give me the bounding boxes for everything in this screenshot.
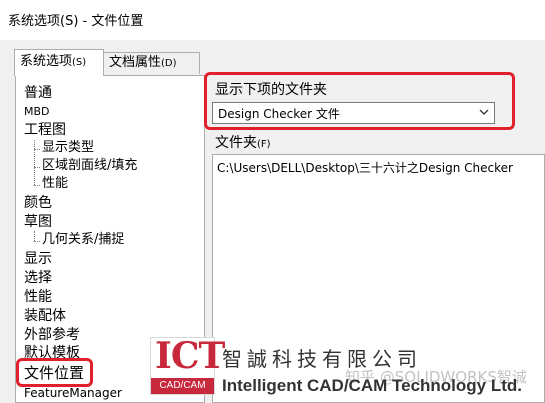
tree-item-external-references[interactable]: 外部参考 (24, 326, 80, 344)
ict-logo-text: ICT (155, 335, 225, 377)
tree-item-display-style[interactable]: 显示类型 (42, 139, 94, 157)
tree-item-sketch[interactable]: 草图 (24, 213, 52, 231)
tab-system-options-label: 系统选项 (20, 54, 73, 69)
tab-system-options[interactable]: 系统选项(S) (14, 49, 104, 76)
tree-tick (34, 185, 40, 186)
folder-list-item[interactable]: C:\Users\DELL\Desktop\三十六计之Design Checke… (217, 159, 513, 176)
tree-item-relations-snaps[interactable]: 几何关系/捕捉 (42, 231, 124, 249)
tree-item-mbd[interactable]: MBD (24, 103, 50, 121)
tree-item-assemblies[interactable]: 装配体 (24, 307, 66, 325)
tree-item-drawing-performance[interactable]: 性能 (42, 175, 68, 193)
tree-item-drawings[interactable]: 工程图 (24, 121, 66, 139)
tree-item-selection[interactable]: 选择 (24, 269, 52, 287)
ict-logo-bar: CAD/CAM (151, 378, 214, 394)
ict-logo: ICT CAD/CAM (150, 336, 225, 395)
tab-document-properties[interactable]: 文档属性(D) (103, 52, 200, 74)
tree-item-performance[interactable]: 性能 (24, 288, 52, 306)
folders-label-text: 文件夹 (215, 135, 257, 151)
ict-logo-subtext: CAD/CAM (159, 380, 206, 391)
tree-tick (34, 149, 40, 150)
tab-document-properties-label: 文档属性 (109, 55, 162, 70)
tree-item-display[interactable]: 显示 (24, 250, 52, 268)
tree-tick (34, 167, 40, 168)
tree-guide-sketch (34, 231, 35, 241)
tree-item-area-hatch-fill[interactable]: 区域剖面线/填充 (42, 157, 137, 175)
window-title: 系统选项(S) - 文件位置 (8, 14, 144, 29)
tab-document-properties-hotkey: (D) (161, 58, 177, 69)
tree-tick (34, 241, 40, 242)
tree-guide-drawings (34, 140, 35, 185)
title-bar: 系统选项(S) - 文件位置 (0, 0, 545, 40)
tab-system-options-hotkey: (S) (72, 57, 87, 68)
tree-item-colors[interactable]: 颜色 (24, 194, 52, 212)
folders-label-hotkey: (F) (257, 139, 271, 150)
highlight-file-locations (16, 358, 93, 387)
company-name-en: Intelligent CAD/CAM Technology Ltd. (222, 376, 522, 395)
folders-label: 文件夹(F) (215, 132, 271, 152)
highlight-show-folders-for (204, 72, 515, 130)
tree-item-general[interactable]: 普通 (24, 84, 52, 102)
